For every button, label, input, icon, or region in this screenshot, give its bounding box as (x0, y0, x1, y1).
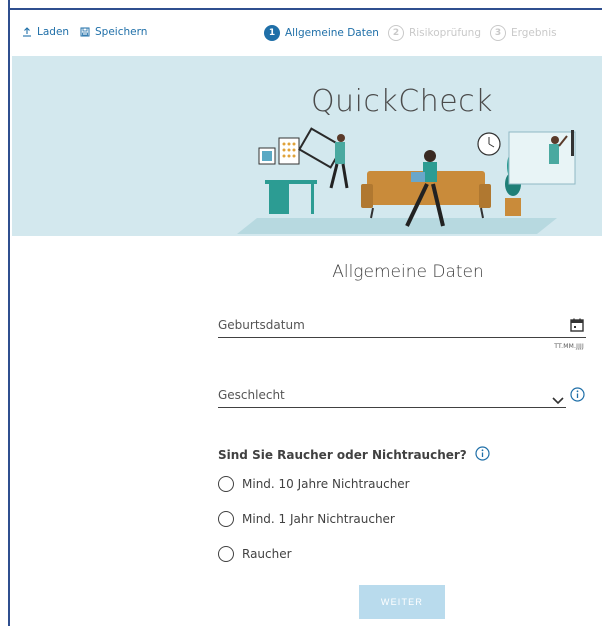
load-label: Laden (37, 26, 70, 38)
step-number: 3 (490, 25, 506, 41)
smoker-info-icon[interactable] (475, 446, 490, 464)
upload-icon (22, 27, 32, 37)
birthdate-label: Geburtsdatum (218, 318, 305, 332)
step-allgemeine-daten[interactable]: 1 Allgemeine Daten (264, 25, 379, 41)
step-number: 1 (264, 25, 280, 41)
chevron-down-icon[interactable] (552, 390, 564, 409)
hero-banner: QuickCheck (12, 56, 602, 236)
office-illustration (237, 127, 576, 234)
step-label: Ergebnis (511, 27, 557, 39)
save-label: Speichern (95, 26, 148, 38)
step-ergebnis: 3 Ergebnis (490, 25, 557, 41)
next-button[interactable]: WEITER (359, 585, 445, 619)
step-risikopruefung: 2 Risikoprüfung (387, 25, 481, 41)
gender-label: Geschlecht (218, 388, 285, 402)
floppy-icon (80, 27, 90, 37)
calendar-icon[interactable] (570, 317, 584, 336)
radio-option-raucher[interactable]: Raucher (218, 546, 292, 562)
top-toolbar: Laden Speichern 1 Allgemeine Daten 2 Ris… (12, 10, 602, 56)
radio-button[interactable] (218, 546, 234, 562)
step-label: Risikoprüfung (408, 27, 481, 39)
birthdate-field[interactable]: Geburtsdatum TT.MM.JJJJ (218, 312, 586, 350)
section-title: Allgemeine Daten (332, 262, 484, 282)
radio-button[interactable] (218, 511, 234, 527)
load-button[interactable]: Laden (22, 26, 69, 38)
gender-select[interactable]: Geschlecht (218, 382, 566, 408)
radio-label: Mind. 1 Jahr Nichtraucher (242, 512, 395, 526)
step-label: Allgemeine Daten (285, 27, 379, 39)
step-number: 2 (387, 25, 404, 41)
smoker-question: Sind Sie Raucher oder Nichtraucher? (218, 446, 490, 464)
radio-label: Mind. 10 Jahre Nichtraucher (242, 477, 410, 491)
stepper: 1 Allgemeine Daten 2 Risikoprüfung 3 Erg… (264, 25, 561, 41)
radio-label: Raucher (242, 547, 292, 561)
radio-option-1-jahr[interactable]: Mind. 1 Jahr Nichtraucher (218, 511, 395, 527)
radio-option-10-jahre[interactable]: Mind. 10 Jahre Nichtraucher (218, 476, 410, 492)
save-button[interactable]: Speichern (80, 26, 147, 38)
radio-button[interactable] (218, 476, 234, 492)
birthdate-hint: TT.MM.JJJJ (554, 343, 584, 350)
window-frame-left (0, 0, 10, 626)
hero-title: QuickCheck (310, 84, 494, 119)
gender-info-icon[interactable] (570, 387, 585, 406)
smoker-question-text: Sind Sie Raucher oder Nichtraucher? (218, 448, 467, 462)
